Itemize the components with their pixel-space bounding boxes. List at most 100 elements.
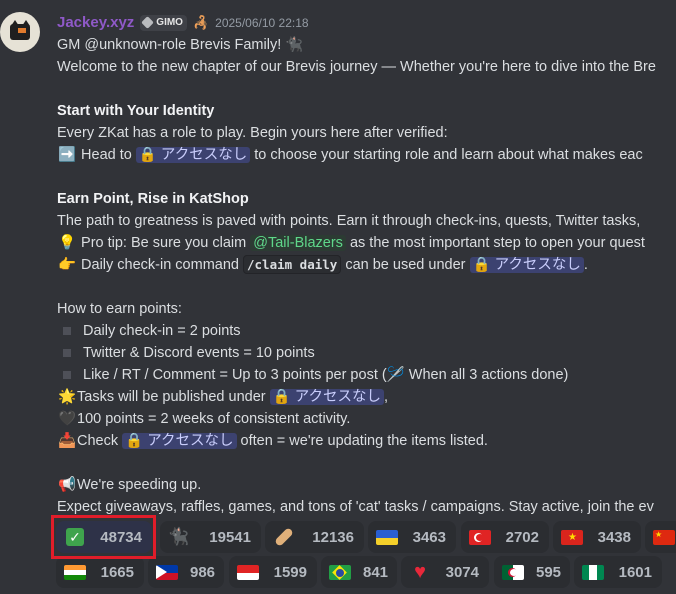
line-text: We're speeding up.: [77, 477, 202, 493]
channel-mention[interactable]: 🔒 アクセスなし: [122, 433, 237, 449]
line-text: Tasks will be published under: [77, 389, 270, 405]
reaction-button[interactable]: ✓ 48734: [56, 521, 152, 553]
bullet-icon: [63, 326, 71, 335]
reaction-count: 3438: [597, 528, 631, 546]
glowing-star-icon: 🌟: [57, 389, 77, 405]
reaction-button[interactable]: 595: [494, 556, 570, 588]
line-text: Pro tip: Be sure you claim: [77, 235, 251, 251]
role-mention[interactable]: @Tail-Blazers: [250, 235, 346, 251]
india-flag-icon: [64, 563, 86, 581]
section-heading: Earn Point, Rise in KatShop: [57, 191, 249, 207]
reaction-button[interactable]: 1601: [574, 556, 662, 588]
indonesia-flag-icon: [237, 563, 259, 581]
ukraine-flag-icon: [376, 528, 398, 546]
message-line: Every ZKat has a role to play. Begin you…: [57, 125, 448, 141]
reaction-button[interactable]: 986: [148, 556, 224, 588]
reaction-button[interactable]: 841: [321, 556, 397, 588]
list-item: Like / RT / Comment = Up to 3 points per…: [57, 365, 568, 385]
server-tag-label: GIMO: [156, 17, 183, 28]
message-line: ➡️ Head to 🔒 アクセスなし to choose your start…: [57, 145, 643, 165]
reaction-count: 1601: [618, 563, 652, 581]
loudspeaker-icon: 📢: [57, 477, 77, 493]
message-timestamp[interactable]: 2025/06/10 22:18: [215, 16, 308, 30]
line-text: often = we're updating the items listed.: [236, 433, 488, 449]
line-text: Check: [77, 433, 123, 449]
reaction-button[interactable]: ★ 3438: [553, 521, 641, 553]
line-text: can be used under: [341, 257, 470, 273]
reaction-count: 3074: [445, 563, 479, 581]
channel-mention[interactable]: 🔒 アクセスなし: [469, 257, 584, 273]
reaction-button[interactable]: 1665: [56, 556, 144, 588]
username[interactable]: Jackey.xyz: [57, 14, 134, 31]
inline-code: /claim daily: [243, 255, 342, 274]
decoration-icon: 🦂: [192, 14, 210, 30]
right-arrow-icon: ➡️: [57, 147, 77, 163]
reaction-button[interactable]: 2702: [461, 521, 549, 553]
message-line: How to earn points:: [57, 301, 182, 317]
channel-mention[interactable]: 🔒 アクセスなし: [269, 389, 384, 405]
reaction-count: 986: [190, 563, 216, 581]
needle-icon: 🪡: [386, 367, 405, 383]
line-text: 100 points = 2 weeks of consistent activ…: [77, 411, 351, 427]
pointing-hand-icon: 👉: [57, 257, 77, 273]
reaction-button[interactable]: 12136: [265, 521, 364, 553]
message-line: Welcome to the new chapter of our Brevis…: [57, 59, 656, 75]
list-item-text: When all 3 actions done): [404, 367, 569, 383]
server-tag-icon: [141, 16, 155, 29]
bandage-icon: [273, 527, 295, 547]
black-heart-icon: 🖤: [57, 411, 77, 427]
bullet-icon: [63, 370, 71, 379]
flag-icon: [18, 28, 26, 33]
greeting-text: GM @unknown-role Brevis Family!: [57, 37, 286, 53]
reaction-button[interactable]: ♥ 3074: [401, 556, 489, 588]
reaction-count: 19541: [209, 528, 251, 546]
algeria-flag-icon: [502, 563, 524, 581]
china-flag-icon: ★: [653, 528, 675, 546]
reaction-count: 2702: [505, 528, 539, 546]
message-line: 📥Check 🔒 アクセスなし often = we're updating t…: [57, 431, 488, 451]
reaction-count: 48734: [100, 528, 142, 546]
reaction-count: 1599: [273, 563, 307, 581]
message-line: 💡 Pro tip: Be sure you claim @Tail-Blaze…: [57, 233, 645, 253]
line-text: .: [583, 257, 588, 273]
user-avatar[interactable]: [0, 12, 40, 52]
channel-mention[interactable]: 🔒 アクセスなし: [135, 147, 251, 163]
section-heading: Start with Your Identity: [57, 103, 215, 119]
nigeria-flag-icon: [582, 563, 604, 581]
message-header: Jackey.xyz GIMO 🦂 2025/06/10 22:18: [57, 14, 309, 31]
list-item: Twitter & Discord events = 10 points: [57, 343, 315, 363]
message-line: 🌟Tasks will be published under 🔒 アクセスなし,: [57, 387, 388, 407]
brazil-flag-icon: [329, 563, 351, 581]
list-item-text: Like / RT / Comment = Up to 3 points per…: [83, 367, 387, 383]
reaction-count: 12136: [312, 528, 354, 546]
philippines-flag-icon: [156, 563, 178, 581]
list-item-text: Twitter & Discord events = 10 points: [83, 345, 315, 361]
red-heart-icon: ♥: [414, 561, 426, 583]
message-line: The path to greatness is paved with poin…: [57, 213, 641, 229]
message-line: 👉 Daily check-in command /claim daily ca…: [57, 255, 588, 275]
reaction-count: 3463: [412, 528, 446, 546]
line-text: Head to: [77, 147, 136, 163]
line-text: Daily check-in command: [77, 257, 243, 273]
list-item: Daily check-in = 2 points: [57, 321, 241, 341]
line-text: ,: [384, 389, 389, 405]
reaction-button[interactable]: ★: [645, 521, 676, 553]
reaction-count: 841: [363, 563, 389, 581]
message-line: 🖤100 points = 2 weeks of consistent acti…: [57, 409, 350, 429]
reaction-count: 1665: [100, 563, 134, 581]
message-line: GM @unknown-role Brevis Family! 🐈‍⬛: [57, 35, 303, 55]
vietnam-flag-icon: ★: [561, 528, 583, 546]
reaction-button[interactable]: 🐈‍⬛ 19541: [160, 521, 261, 553]
reaction-count: 595: [536, 563, 562, 581]
message-line: 📢We're speeding up.: [57, 475, 201, 495]
line-text: as the most important step to open your …: [345, 235, 645, 251]
turkey-flag-icon: [469, 528, 491, 546]
black-cat-icon: 🐈‍⬛: [168, 527, 190, 546]
message-line: Expect giveaways, raffles, games, and to…: [57, 499, 654, 515]
server-tag[interactable]: GIMO: [140, 14, 187, 31]
reaction-button[interactable]: 1599: [229, 556, 317, 588]
reaction-button[interactable]: 3463: [368, 521, 456, 553]
list-item-text: Daily check-in = 2 points: [83, 323, 241, 339]
inbox-tray-icon: 📥: [57, 433, 77, 449]
bullet-icon: [63, 348, 71, 357]
